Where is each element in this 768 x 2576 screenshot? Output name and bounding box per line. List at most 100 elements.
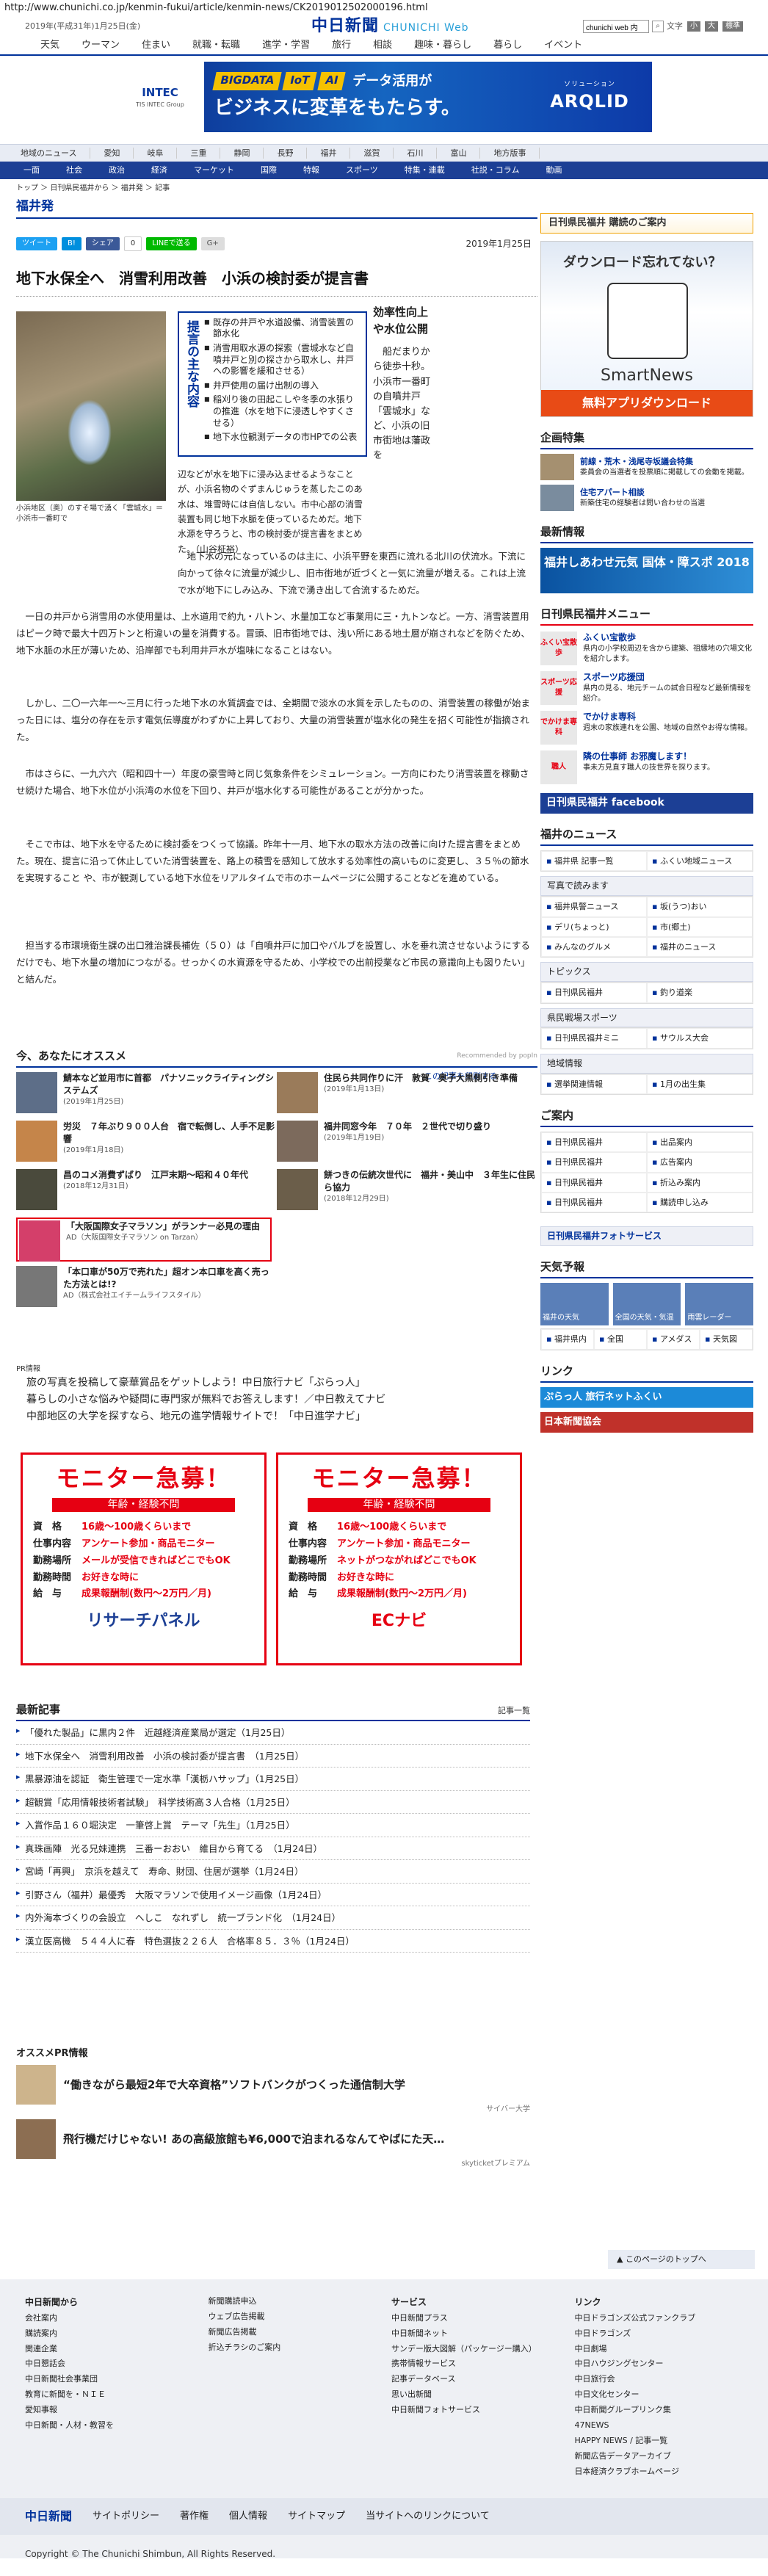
search-input[interactable] <box>583 20 649 33</box>
news-link[interactable]: 選挙関連情報 <box>541 1074 647 1094</box>
facebook-button[interactable]: 日刊県民福井 facebook <box>540 793 753 814</box>
article-photo[interactable] <box>16 311 166 501</box>
gplus-button[interactable]: G+ <box>200 237 225 251</box>
footer-link[interactable]: 47NEWS <box>575 2418 744 2434</box>
news-link[interactable]: 福井県警ニュース <box>541 897 647 917</box>
footer-link[interactable]: 中日新聞グループリンク集 <box>575 2403 744 2418</box>
gnav-item[interactable]: 進学・学習 <box>251 39 321 52</box>
font-small-button[interactable]: 小 <box>687 21 700 32</box>
section-tab[interactable]: 国際 <box>247 164 290 176</box>
font-normal-button[interactable]: 標準 <box>722 21 743 32</box>
footer-link[interactable]: 中日ドラゴンズ <box>575 2326 744 2342</box>
latest-item[interactable]: 真珠画陣 光る兄妹連携 三番ーおおい 維目から育てる （1月24日） <box>16 1837 530 1860</box>
region-tab[interactable]: 岐阜 <box>134 147 178 159</box>
latest-item[interactable]: 引野さん（福井）最優秀 大阪マラソンで使用イメージ画像（1月24日） <box>16 1884 530 1906</box>
sponsored-item[interactable]: 飛行機だけじゃない! あの高級旅館も¥6,000で泊まれるなんてやばにた天… <box>16 2119 530 2160</box>
annai-link[interactable]: 日刊県民福井 <box>541 1132 647 1153</box>
annai-link[interactable]: 折込み案内 <box>647 1172 753 1193</box>
footer-bar-link[interactable]: 著作権 <box>180 2510 209 2523</box>
news-link[interactable]: 釣り道楽 <box>647 983 753 1003</box>
footer-link[interactable]: 中日ドラゴンズ公式ファンクラブ <box>575 2311 744 2326</box>
footer-bar-link[interactable]: サイトマップ <box>288 2510 345 2523</box>
region-tab[interactable]: 滋賀 <box>350 147 394 159</box>
link-banner[interactable]: ぷらっ人 旅行ネットふくい <box>540 1386 753 1408</box>
facebook-share-button[interactable]: シェア <box>85 237 120 251</box>
footer-bar-link[interactable]: 個人情報 <box>229 2510 267 2523</box>
section-tab[interactable]: 政治 <box>95 164 138 176</box>
section-tab[interactable]: 社説・コラム <box>458 164 533 176</box>
footer-bar-link[interactable]: 当サイトへのリンクについて <box>366 2510 490 2523</box>
section-tab[interactable]: 経済 <box>138 164 181 176</box>
footer-link[interactable]: サンデー版大図解（パッケージー購入） <box>391 2342 560 2357</box>
page-top-link[interactable]: ▲ このページのトップへ <box>608 2250 755 2269</box>
latest-item[interactable]: 入賞作品１６０堀決定 一筆啓上賞 テーマ「先生」（1月25日） <box>16 1814 530 1837</box>
menu-item[interactable]: スポーツ応援 スポーツ応援団 県内の見る、地元チームの試合日程など最新情報を紹介。 <box>540 671 753 705</box>
footer-link[interactable]: 日本経済クラブホームページ <box>575 2464 744 2480</box>
smartnews-ad[interactable]: ダウンロード忘れてない？ SmartNews 無料アプリダウンロード <box>540 241 753 417</box>
footer-link[interactable]: 記事データベース <box>391 2372 560 2387</box>
region-tab[interactable]: 地方版事 <box>480 147 540 159</box>
section-tab[interactable]: 社会 <box>53 164 95 176</box>
ad-banner[interactable]: INTEC TIS INTEC Group BIGDATA IoT AI データ活用が … <box>116 62 652 132</box>
footer-link[interactable]: 教育に新聞を・ＮＩＥ <box>25 2387 194 2403</box>
tweet-button[interactable]: ツイート <box>16 237 57 251</box>
font-large-button[interactable]: 大 <box>705 21 718 32</box>
footer-link[interactable]: 関連企業 <box>25 2342 194 2357</box>
kokutai-banner[interactable]: 福井しあわせ元気 国体・障スポ 2018 <box>540 548 753 593</box>
gnav-item[interactable]: 天気 <box>29 39 70 52</box>
section-tab[interactable]: マーケット <box>181 164 247 176</box>
section-tab[interactable]: 特報 <box>290 164 333 176</box>
recommend-card[interactable]: 餅つきの伝統次世代に 福井・美山中 ３年生に住民ら協力 (2018年12月29日) <box>277 1169 537 1213</box>
footer-link[interactable]: 中日新聞社会事業団 <box>25 2372 194 2387</box>
weather-link[interactable]: 福井県内 <box>541 1329 594 1350</box>
monitor-ad-ecnavi[interactable]: モニター急募！ 年齢・経験不問 資 格 16歳〜100歳くらいまで 仕事内容 アンケ… <box>276 1452 522 1665</box>
latest-item[interactable]: 超観賞「応用情報技術者試験」 科学技術高３人合格（1月25日） <box>16 1791 530 1814</box>
footer-link[interactable]: 新聞購読申込 <box>209 2294 377 2309</box>
annai-link[interactable]: 日刊県民福井 <box>541 1193 647 1213</box>
gnav-item[interactable]: ウーマン <box>70 39 131 52</box>
region-tab[interactable]: 愛知 <box>90 147 134 159</box>
monitor-ad-research-panel[interactable]: モニター急募！ 年齢・経験不問 資 格 16歳〜100歳くらいまで 仕事内容 アンケ… <box>21 1452 267 1665</box>
search-icon[interactable]: ⌕ <box>652 21 664 32</box>
news-link[interactable]: サウルス大会 <box>647 1028 753 1049</box>
recommend-card[interactable]: 昌のコメ消費ずばり 江戸末期〜昭和４０年代 (2018年12月31日) <box>16 1169 277 1213</box>
recommend-card[interactable]: 住民ら共同作りに汗 敦賀 奥子大黒側引き準備 (2019年1月13日) <box>277 1072 537 1116</box>
footer-bar-link[interactable]: サイトポリシー <box>93 2510 159 2523</box>
footer-link[interactable]: 中日新聞フォトサービス <box>391 2403 560 2418</box>
gnav-item[interactable]: 旅行 <box>321 39 362 52</box>
latest-item[interactable]: 漢立医高機 ５４４人に春 特色選抜２２６人 合格率８５．３％（1月24日） <box>16 1930 530 1953</box>
menu-item[interactable]: でかけま専科 でかけま専科 週末の家族連れを公園、地域の自然やお得な情報。 <box>540 711 753 745</box>
footer-link[interactable]: 会社案内 <box>25 2311 194 2326</box>
section-tab[interactable]: 特集・連載 <box>391 164 458 176</box>
browser-url[interactable]: http://www.chunichi.co.jp/kenmin-fukui/a… <box>0 0 768 16</box>
region-tab[interactable]: 石川 <box>394 147 438 159</box>
popin-credit[interactable]: Recommended by popIn <box>457 1052 537 1061</box>
hatena-button[interactable]: B! <box>62 237 81 251</box>
annai-link[interactable]: 日刊県民福井 <box>541 1152 647 1173</box>
weather-link[interactable]: 天気図 <box>700 1329 753 1350</box>
footer-link[interactable]: 新聞広告データアーカイブ <box>575 2449 744 2464</box>
section-tab[interactable]: 動画 <box>532 164 575 176</box>
menu-item[interactable]: ふくい宝散歩 ふくい宝散歩 県内の小学校周辺を含から建築、祖縁地の穴場文化を紹介しま… <box>540 632 753 665</box>
recommend-card[interactable]: 鯖本など並用市に首都 パナソニックライティングシステムズ (2019年1月25日) <box>16 1072 277 1116</box>
section-tab[interactable]: スポーツ <box>333 164 391 176</box>
gnav-item[interactable]: 趣味・暮らし <box>403 39 482 52</box>
news-link[interactable]: 1月の出生集 <box>647 1074 753 1094</box>
annai-link[interactable]: 購読申し込み <box>647 1193 753 1213</box>
breadcrumb[interactable]: トップ ＞ 日刊県民福井から ＞ 福井発 ＞ 記事 <box>0 179 768 198</box>
weather-link[interactable]: 全国 <box>594 1329 647 1350</box>
footer-link[interactable]: 中日ハウジングセンター <box>575 2356 744 2372</box>
footer-link[interactable]: 中日新聞ネット <box>391 2326 560 2342</box>
region-tab[interactable]: 富山 <box>437 147 481 159</box>
footer-link[interactable]: 中日旅行会 <box>575 2372 744 2387</box>
latest-more-link[interactable]: 記事一覧 <box>498 1705 530 1716</box>
gnav-item[interactable]: 就職・転職 <box>181 39 251 52</box>
recommend-ad-card[interactable]: 「大阪国際女子マラソン」がランナー必見の理由 AD（大阪国際女子マラソン on T… <box>16 1218 272 1262</box>
photo-service-link[interactable]: 日刊県民福井フォトサービス <box>540 1226 753 1247</box>
news-link[interactable]: 日刊県民福井ミニ <box>541 1028 647 1049</box>
recommend-card[interactable]: 労災 ７年ぶり９００人台 宿で転倒し、人手不足影響 (2019年1月18日) <box>16 1121 277 1165</box>
footer-link[interactable]: 中日新聞・人材・教習を <box>25 2418 194 2434</box>
weather-link[interactable]: アメダス <box>647 1329 700 1350</box>
latest-item[interactable]: 「優れた製品」に黒内２件 近越経済産業局が選定（1月25日） <box>16 1721 530 1745</box>
latest-item[interactable]: 地下水保全へ 消雪利用改善 小浜の検討委が提言書 （1月25日） <box>16 1745 530 1768</box>
